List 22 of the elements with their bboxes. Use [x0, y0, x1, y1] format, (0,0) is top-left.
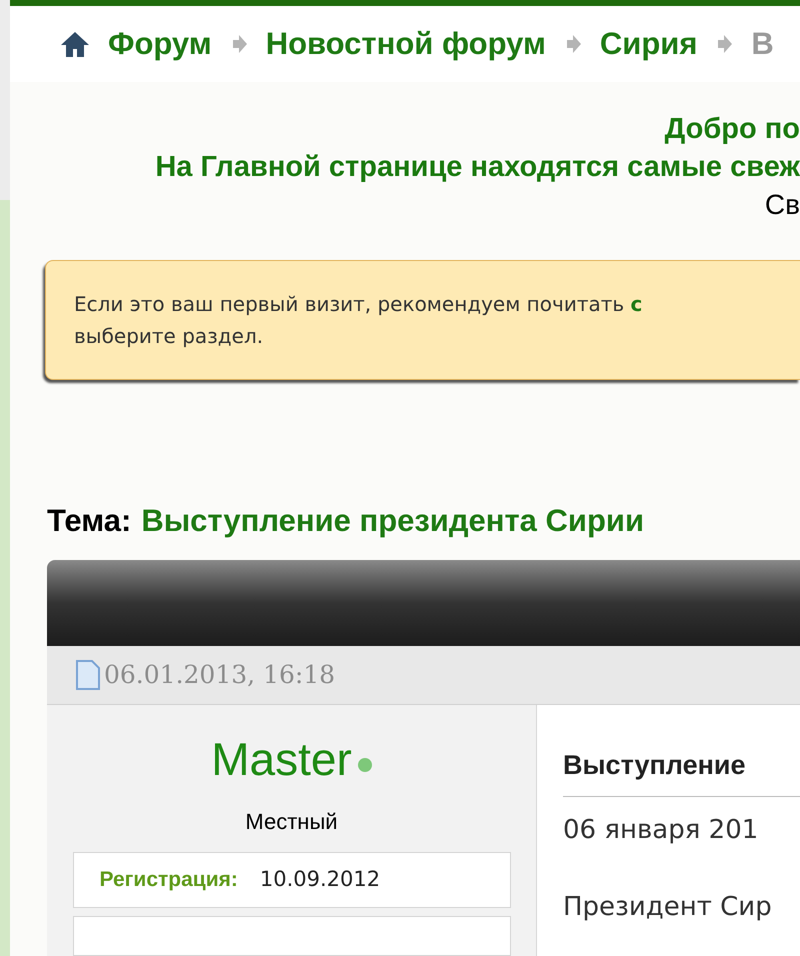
post-body: Президент Сир [563, 890, 773, 924]
field-label: Регистрация: [100, 867, 238, 894]
topic-title[interactable]: Выступление президента Сирии [141, 498, 644, 544]
welcome-note: Св [764, 188, 800, 222]
welcome-text: Добро по [664, 112, 800, 146]
document-icon [75, 660, 101, 690]
breadcrumb-link[interactable]: В [751, 20, 774, 68]
user-rank: Местный [245, 808, 338, 836]
field-value: 10.09.2012 [260, 866, 380, 894]
welcome-text: На Главной странице находятся самые свеж [155, 150, 800, 184]
post-title: Выступление [563, 745, 800, 796]
notice-text: Если это ваш первый визит, рекомендуем почитать с выберите раздел. [74, 290, 642, 350]
notice-link[interactable]: с [630, 292, 642, 316]
home-icon[interactable] [60, 30, 90, 58]
arrow-icon [715, 32, 734, 55]
username-link[interactable]: Master [211, 731, 352, 787]
breadcrumb-link[interactable]: Сирия [600, 20, 698, 68]
breadcrumb-link[interactable]: Новостной форум [266, 20, 546, 68]
post-date: 06.01.2013, 16:18 [104, 659, 336, 692]
breadcrumb-link[interactable]: Форум [108, 20, 212, 68]
topic-label: Тема: [47, 502, 132, 540]
post-date-line: 06 января 201 [563, 814, 760, 846]
